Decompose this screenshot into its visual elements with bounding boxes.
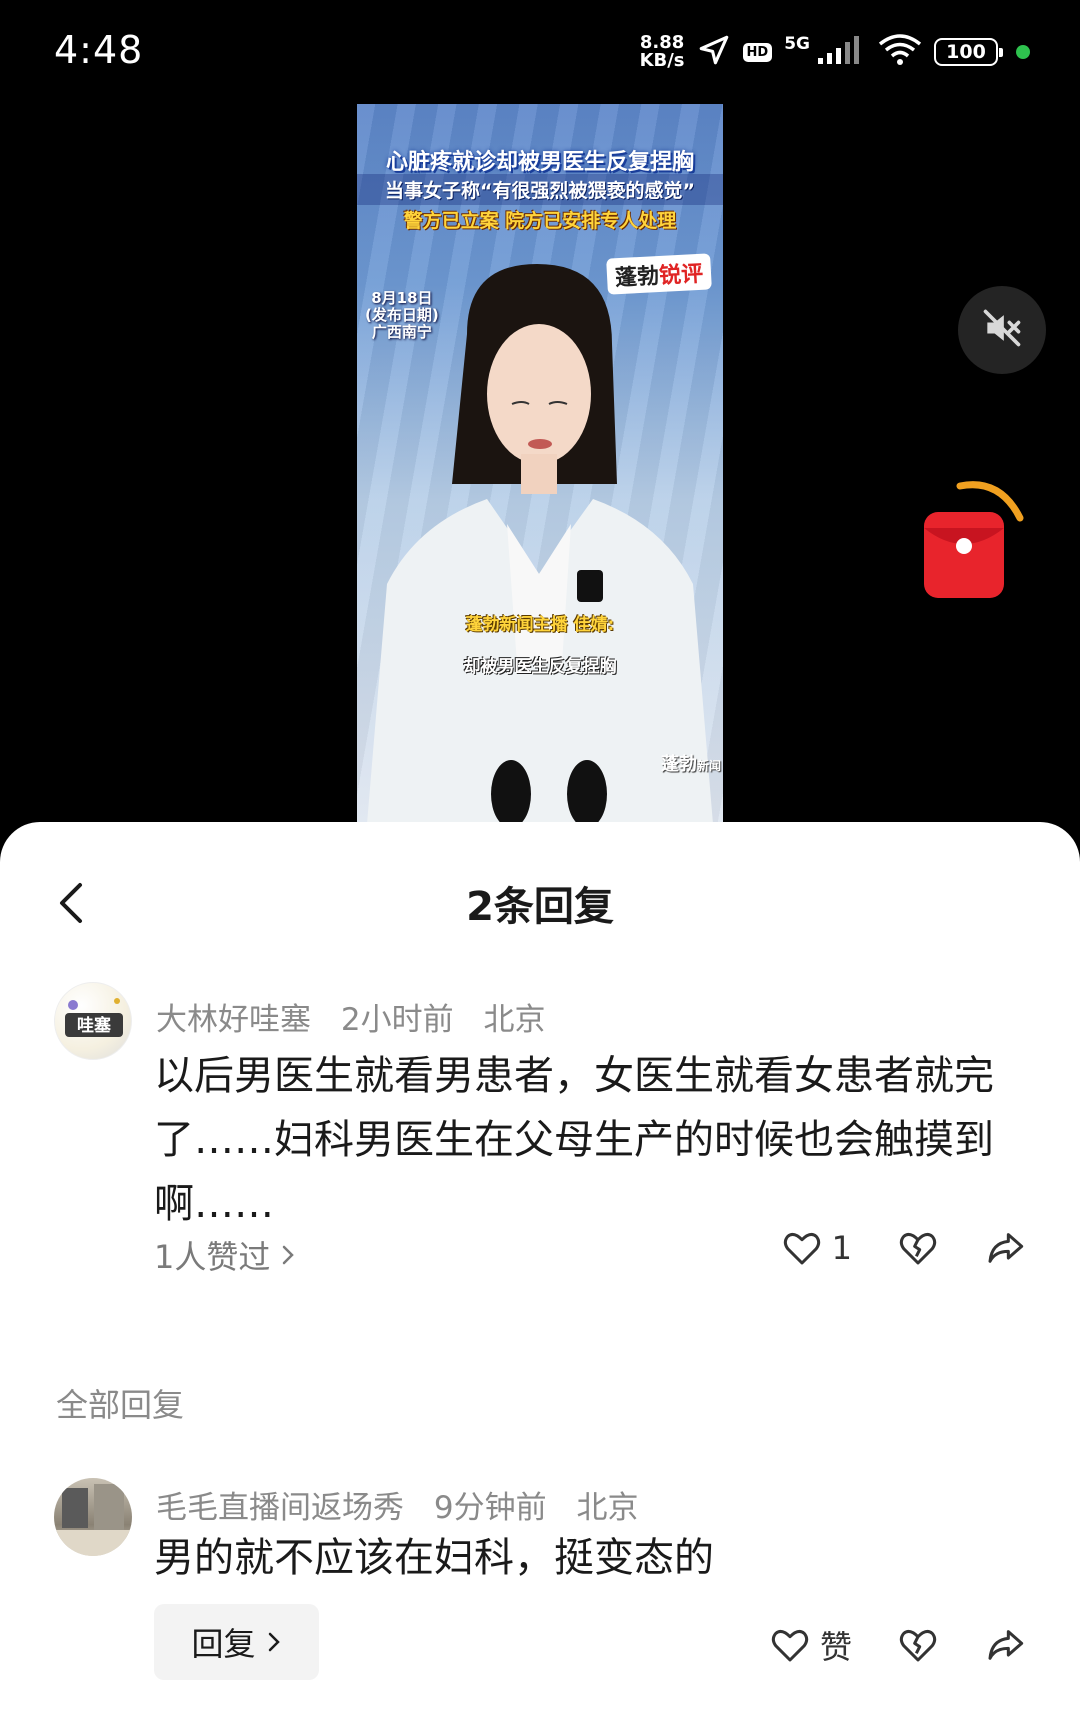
likers-link[interactable]: 1人赞过 [154, 1232, 296, 1278]
status-icons: 8.88 KB/s HD 5G 100 [640, 32, 1030, 72]
watermark-main: 蓬勃 [660, 754, 697, 775]
avatar[interactable]: 哇塞 [54, 982, 132, 1060]
reply-username[interactable]: 毛毛直播间返场秀 [156, 1490, 404, 1526]
video-headline-1: 心脏疼就诊却被男医生反复捏胸 [385, 150, 694, 175]
avatar-text: 哇塞 [77, 1015, 112, 1036]
reply-button[interactable]: 回复 [154, 1604, 319, 1680]
reply-button-label: 回复 [191, 1625, 256, 1663]
speaker-muted-icon [980, 306, 1024, 354]
avatar[interactable] [54, 1478, 132, 1556]
hd-badge: HD [742, 42, 773, 62]
location-arrow-icon [697, 33, 731, 71]
like-count: 1 [831, 1229, 852, 1267]
dislike-button[interactable] [898, 1228, 938, 1268]
like-label: 赞 [819, 1628, 852, 1666]
sheet-title: 2条回复 [466, 884, 614, 930]
share-arrow-icon [988, 1630, 1024, 1660]
video-subtitle: 却被男医生反复捏胸 [463, 657, 617, 677]
cell-signal-icon [816, 34, 866, 70]
chevron-right-icon [268, 1632, 280, 1652]
comment-actions: 1 [736, 1228, 1026, 1268]
share-button[interactable] [984, 1228, 1026, 1268]
like-button[interactable]: 1 [782, 1228, 852, 1268]
reply-text: 男的就不应该在妇科，挺变态的 [154, 1535, 714, 1581]
avatar-image [54, 1484, 132, 1556]
network-type-label: 5G [784, 34, 810, 54]
reply-actions: 赞 [724, 1622, 1026, 1668]
watermark-sub: 新闻 [696, 759, 721, 773]
video-headline-3: 警方已立案 院方已安排专人处理 [403, 210, 677, 232]
broken-heart-icon [899, 1232, 937, 1265]
reply-meta: 毛毛直播间返场秀 9分钟前 北京 [156, 1482, 658, 1527]
date-line-2: (发布日期) [365, 306, 439, 324]
red-envelope-icon [924, 481, 1024, 598]
privacy-indicator-dot [1016, 45, 1030, 59]
dislike-button[interactable] [898, 1625, 938, 1665]
chevron-right-icon [283, 1245, 295, 1265]
video-headline-2: 当事女子称“有很强烈被猥亵的感觉” [357, 174, 723, 205]
heart-outline-icon [783, 1232, 820, 1265]
video-speaker-caption: 蓬勃新闻主播 佳婧: [465, 615, 615, 635]
comment-text: 以后男医生就看男患者，女医生就看女患者就完了……妇科男医生在父母生产的时候也会触… [154, 1053, 994, 1227]
replies-sheet: 2条回复 哇塞 大林好哇塞 2小时前 北京 以后男医生就看男患者，女医生就看女患… [0, 822, 1080, 1731]
video-watermark: 蓬勃新闻 [661, 750, 721, 776]
all-replies-label: 全部回复 [56, 1386, 185, 1424]
brand-logo-part-a: 蓬勃 [614, 264, 660, 292]
date-line-1: 8月18日 [371, 289, 433, 307]
network-speed: 8.88 KB/s [640, 34, 685, 70]
status-time: 4:48 [54, 28, 144, 72]
comment-time: 2小时前 [340, 1002, 454, 1038]
wifi-icon [878, 33, 922, 71]
likers-label: 1人赞过 [154, 1238, 271, 1276]
comment-location: 北京 [483, 1002, 546, 1038]
red-envelope-button[interactable] [920, 478, 1030, 604]
network-speed-unit: KB/s [639, 50, 685, 71]
status-bar: 4:48 8.88 KB/s HD 5G 100 [0, 0, 1080, 100]
comment-username[interactable]: 大林好哇塞 [156, 1002, 311, 1038]
share-button[interactable] [984, 1625, 1026, 1665]
avatar-image: 哇塞 [65, 998, 123, 1037]
screen: 4:48 8.88 KB/s HD 5G 100 心脏疼就诊却被男医生反复捏胸 … [0, 0, 1080, 1731]
comment-meta: 大林好哇塞 2小时前 北京 [156, 994, 565, 1039]
share-arrow-icon [988, 1233, 1024, 1263]
video-dateline: 8月18日 (发布日期) 广西南宁 [365, 290, 439, 341]
reply-location: 北京 [576, 1490, 639, 1526]
brand-logo-part-b: 锐评 [658, 261, 704, 289]
like-button[interactable]: 赞 [770, 1622, 852, 1668]
broken-heart-icon [899, 1629, 937, 1662]
heart-outline-icon [771, 1629, 809, 1662]
battery-indicator: 100 [934, 38, 1003, 66]
video-player[interactable]: 心脏疼就诊却被男医生反复捏胸 当事女子称“有很强烈被猥亵的感觉” 警方已立案 院… [357, 104, 723, 824]
brand-logo: 蓬勃锐评 [606, 253, 712, 295]
mute-button[interactable] [958, 286, 1046, 374]
date-line-3: 广西南宁 [371, 323, 432, 341]
reply-time: 9分钟前 [433, 1490, 547, 1526]
sheet-header: 2条回复 [0, 822, 1080, 978]
